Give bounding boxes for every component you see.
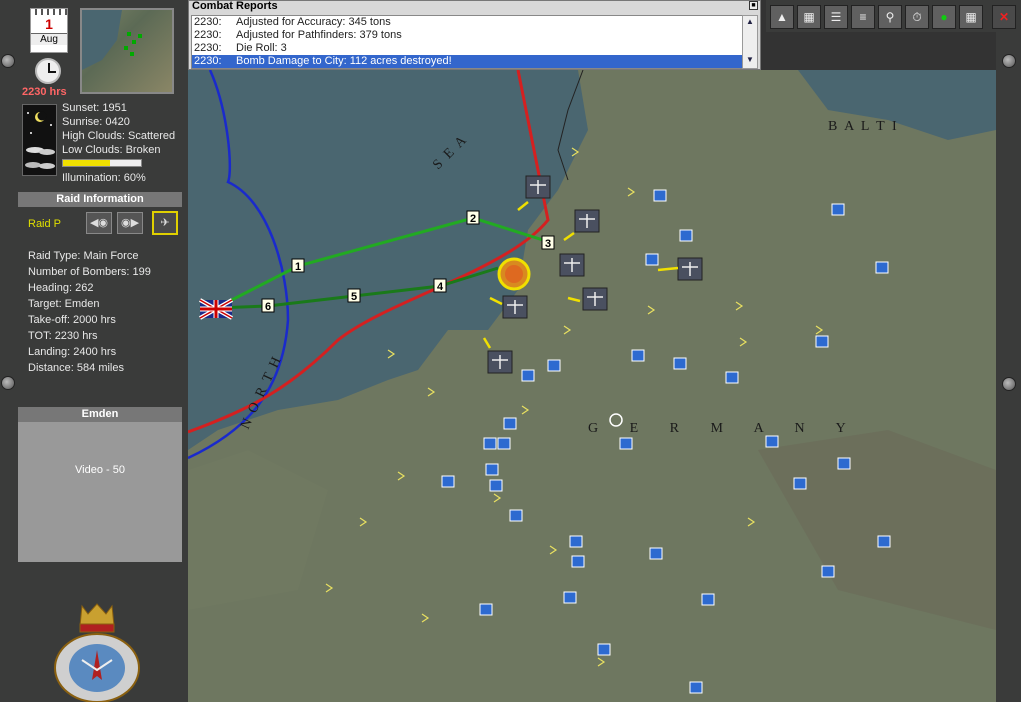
raid-name: Raid P	[28, 218, 62, 230]
scroll-track[interactable]	[743, 28, 757, 54]
report-time: 2230:	[194, 29, 222, 41]
save-icon[interactable]: ▦	[797, 5, 821, 29]
report-row-selected[interactable]: 2230: Bomb Damage to City: 112 acres dest…	[192, 55, 742, 68]
report-time: 2230:	[194, 55, 222, 67]
calendar-day: 1	[45, 16, 53, 32]
screw-icon	[1, 376, 15, 390]
sunrise-text: Sunrise: 0420	[62, 116, 130, 128]
combat-reports-title: Combat Reports	[189, 1, 760, 12]
video-label: Video - 50	[75, 464, 125, 476]
screw-icon	[1, 54, 15, 68]
waypoint-1: 1	[295, 261, 301, 273]
heading: Heading: 262	[28, 282, 94, 294]
waypoint-2: 2	[470, 213, 476, 225]
bomber-select-button[interactable]: ✈	[152, 211, 178, 235]
report-text: Adjusted for Accuracy: 345 tons	[236, 16, 391, 28]
screw-icon	[1002, 54, 1016, 68]
parachute-icon[interactable]: ▲	[770, 5, 794, 29]
uk-flag-icon	[199, 298, 233, 320]
report-text: Bomb Damage to City: 112 acres destroyed…	[236, 55, 452, 67]
illumination-text: Illumination: 60%	[62, 172, 146, 184]
report-scrollbar[interactable]: ▲ ▼	[742, 15, 758, 69]
map-graphic: 1 2 3 4 5 6 N O R T H S E A B A L T I G …	[188, 70, 996, 694]
waypoint-3: 3	[545, 238, 551, 250]
bomber-command-crest	[52, 600, 142, 702]
report-text: Die Roll: 3	[236, 42, 287, 54]
zoom-icon[interactable]: ⚲	[878, 5, 902, 29]
game-screen: 1 Aug 2230 hrs Sunset: 1951 Sunrise: 042…	[0, 0, 1021, 702]
target-video[interactable]: Video - 50	[18, 422, 182, 562]
illumination-bar	[62, 159, 142, 167]
report-text: Adjusted for Pathfinders: 379 tons	[236, 29, 402, 41]
report-row[interactable]: 2230: Adjusted for Accuracy: 345 tons	[192, 16, 742, 29]
minimap-graphic	[82, 10, 142, 70]
right-frame	[996, 32, 1021, 702]
illumination-fill	[63, 160, 110, 166]
take-off: Take-off: 2000 hrs	[28, 314, 116, 326]
raid-information-header: Raid Information	[18, 192, 182, 207]
report-list[interactable]: 2230: Adjusted for Accuracy: 345 tons 223…	[191, 15, 743, 69]
close-icon[interactable]: ✕	[992, 5, 1016, 29]
campaign-map[interactable]: 1 2 3 4 5 6 N O R T H S E A B A L T I G …	[188, 70, 996, 702]
list-icon[interactable]: ≡	[851, 5, 875, 29]
side-panel: 1 Aug 2230 hrs Sunset: 1951 Sunrise: 042…	[0, 0, 188, 702]
previous-raid-button[interactable]: ◀◉	[86, 212, 112, 234]
combat-reports-window: Combat Reports ■ 2230: Adjusted for Accur…	[188, 0, 761, 70]
calendar-month: Aug	[31, 33, 67, 45]
clock-icon	[35, 58, 61, 84]
minimize-button[interactable]: ■	[749, 1, 758, 10]
number-of-bombers: Number of Bombers: 199	[28, 266, 151, 278]
toolbar: ▲ ▦ ☰ ≡ ⚲ ⏱ ● ▦ ✕	[766, 0, 1021, 32]
sunset-text: Sunset: 1951	[62, 102, 127, 114]
low-clouds-text: Low Clouds: Broken	[62, 144, 161, 156]
report-row[interactable]: 2230: Die Roll: 3	[192, 42, 742, 55]
current-time: 2230 hrs	[22, 86, 67, 98]
waypoint-6: 6	[265, 301, 271, 313]
waypoint-4: 4	[437, 281, 444, 293]
time-on-target: TOT: 2230 hrs	[28, 330, 98, 342]
germany-label: G E R M A N Y	[588, 421, 860, 436]
target-header: Emden	[18, 407, 182, 422]
night-sky-icon	[22, 104, 57, 176]
target: Target: Emden	[28, 298, 100, 310]
report-row[interactable]: 2230: Adjusted for Pathfinders: 379 tons	[192, 29, 742, 42]
next-raid-button[interactable]: ◉▶	[117, 212, 143, 234]
baltic-label: B A L T I	[828, 119, 899, 134]
report-time: 2230:	[194, 16, 222, 28]
scroll-up-icon[interactable]: ▲	[743, 16, 757, 28]
stopwatch-icon[interactable]: ⏱	[905, 5, 929, 29]
screw-icon	[1002, 377, 1016, 391]
calendar: 1 Aug	[30, 8, 68, 53]
landing: Landing: 2400 hrs	[28, 346, 117, 358]
scroll-down-icon[interactable]: ▼	[743, 54, 757, 66]
grid-icon[interactable]: ▦	[959, 5, 983, 29]
raid-type: Raid Type: Main Force	[28, 250, 139, 262]
waypoint-5: 5	[351, 291, 357, 303]
distance: Distance: 584 miles	[28, 362, 124, 374]
go-icon[interactable]: ●	[932, 5, 956, 29]
report-time: 2230:	[194, 42, 222, 54]
minimap[interactable]	[80, 8, 174, 94]
high-clouds-text: High Clouds: Scattered	[62, 130, 176, 142]
report-icon[interactable]: ☰	[824, 5, 848, 29]
